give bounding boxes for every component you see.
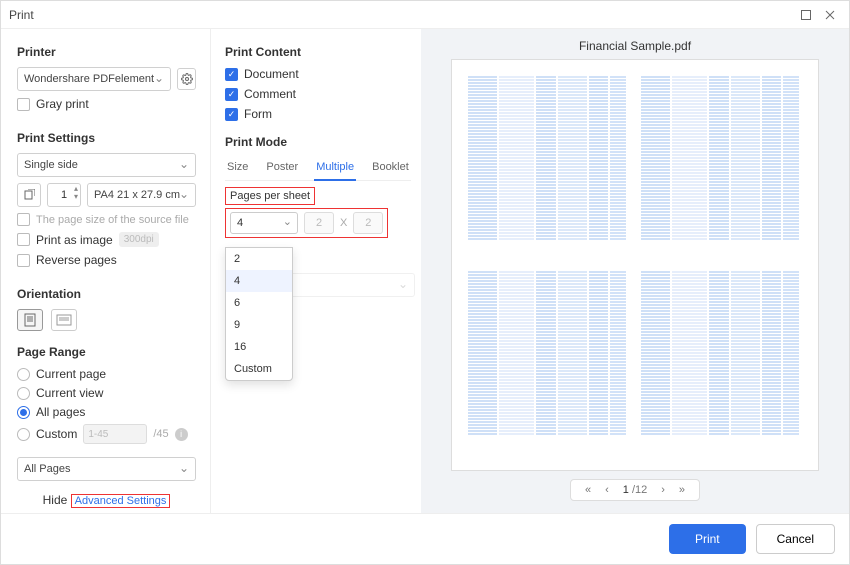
pps-option-9[interactable]: 9 bbox=[226, 314, 292, 336]
grid-cols-input: 2 bbox=[304, 212, 334, 234]
printer-settings-icon[interactable] bbox=[177, 68, 196, 90]
paper-size-select[interactable]: PA4 21 x 27.9 cm bbox=[87, 183, 196, 207]
source-file-checkbox[interactable] bbox=[17, 213, 30, 226]
tab-booklet[interactable]: Booklet bbox=[370, 157, 411, 180]
printer-select[interactable]: Wondershare PDFelement bbox=[17, 67, 171, 91]
tab-multiple[interactable]: Multiple bbox=[314, 157, 356, 181]
print-as-image-label: Print as image bbox=[36, 233, 113, 247]
copies-icon[interactable] bbox=[17, 183, 41, 207]
copies-input[interactable]: 1▴▾ bbox=[47, 183, 81, 207]
form-label: Form bbox=[244, 107, 272, 121]
duplex-select[interactable]: Single side bbox=[17, 153, 196, 177]
orientation-portrait[interactable] bbox=[17, 309, 43, 331]
pages-per-sheet-dropdown: 2 4 6 9 16 Custom bbox=[225, 247, 293, 381]
reverse-pages-checkbox[interactable] bbox=[17, 254, 30, 267]
custom-radio[interactable] bbox=[17, 428, 30, 441]
all-pages-radio[interactable] bbox=[17, 406, 30, 419]
comment-checkbox[interactable] bbox=[225, 88, 238, 101]
current-view-radio[interactable] bbox=[17, 387, 30, 400]
print-dialog: Print Printer Wondershare PDFelement Gra… bbox=[0, 0, 850, 565]
preview-pager: « ‹ 1 /12 › » bbox=[570, 479, 700, 501]
cancel-button[interactable]: Cancel bbox=[756, 524, 835, 554]
tab-size[interactable]: Size bbox=[225, 157, 250, 180]
info-icon[interactable]: i bbox=[175, 428, 188, 441]
custom-total: /45 bbox=[153, 428, 168, 440]
pps-option-2[interactable]: 2 bbox=[226, 248, 292, 270]
orientation-landscape[interactable] bbox=[51, 309, 77, 331]
titlebar: Print bbox=[1, 1, 849, 29]
preview-filename: Financial Sample.pdf bbox=[421, 29, 849, 59]
preview-page bbox=[451, 59, 819, 471]
preview-panel: Financial Sample.pdf « ‹ 1 /12 › » bbox=[421, 29, 849, 513]
gray-print-checkbox[interactable] bbox=[17, 98, 30, 111]
reverse-pages-label: Reverse pages bbox=[36, 253, 117, 267]
form-checkbox[interactable] bbox=[225, 108, 238, 121]
printer-label: Printer bbox=[17, 45, 196, 59]
preview-thumb-3 bbox=[468, 271, 629, 454]
pager-next-icon[interactable]: › bbox=[661, 484, 665, 496]
document-checkbox[interactable] bbox=[225, 68, 238, 81]
preview-thumb-4 bbox=[641, 271, 802, 454]
print-mode-tabs: Size Poster Multiple Booklet bbox=[225, 157, 411, 181]
grid-x: X bbox=[340, 217, 347, 229]
pps-option-16[interactable]: 16 bbox=[226, 336, 292, 358]
current-view-label: Current view bbox=[36, 386, 103, 400]
pager-last-icon[interactable]: » bbox=[679, 484, 685, 496]
pages-per-sheet-select[interactable]: 4 bbox=[230, 212, 298, 234]
preview-thumb-2 bbox=[641, 76, 802, 259]
pps-option-6[interactable]: 6 bbox=[226, 292, 292, 314]
dialog-body: Printer Wondershare PDFelement Gray prin… bbox=[1, 29, 849, 513]
tab-poster[interactable]: Poster bbox=[264, 157, 300, 180]
pages-per-sheet-label: Pages per sheet bbox=[225, 187, 315, 205]
advanced-toggle[interactable]: Hide Advanced Settings bbox=[17, 487, 196, 513]
source-file-label: The page size of the source file bbox=[36, 214, 189, 226]
current-page-label: Current page bbox=[36, 367, 106, 381]
orientation-label: Orientation bbox=[17, 287, 196, 301]
close-icon[interactable] bbox=[819, 4, 841, 26]
current-page-radio[interactable] bbox=[17, 368, 30, 381]
print-settings-label: Print Settings bbox=[17, 131, 196, 145]
subset-select[interactable]: All Pages bbox=[17, 457, 196, 481]
dpi-badge: 300dpi bbox=[119, 232, 159, 247]
maximize-icon[interactable] bbox=[795, 4, 817, 26]
custom-label: Custom bbox=[36, 427, 77, 441]
pps-option-custom[interactable]: Custom bbox=[226, 358, 292, 380]
document-label: Document bbox=[244, 67, 299, 81]
pager-first-icon[interactable]: « bbox=[585, 484, 591, 496]
page-range-label: Page Range bbox=[17, 345, 196, 359]
pps-option-4[interactable]: 4 bbox=[226, 270, 292, 292]
print-as-image-checkbox[interactable] bbox=[17, 233, 30, 246]
middle-panel: Print Content Document Comment Form Prin… bbox=[211, 29, 421, 513]
custom-range-input[interactable]: 1-45 bbox=[83, 424, 147, 444]
gray-print-label: Gray print bbox=[36, 97, 89, 111]
pager-current: 1 /12 bbox=[623, 484, 647, 496]
comment-label: Comment bbox=[244, 87, 296, 101]
advanced-settings-link[interactable]: Advanced Settings bbox=[71, 494, 171, 508]
print-mode-label: Print Mode bbox=[225, 135, 411, 149]
all-pages-label: All pages bbox=[36, 405, 85, 419]
pager-prev-icon[interactable]: ‹ bbox=[605, 484, 609, 496]
spin-down-icon[interactable]: ▾ bbox=[74, 193, 78, 201]
preview-thumb-1 bbox=[468, 76, 629, 259]
dialog-footer: Print Cancel bbox=[1, 513, 849, 564]
print-content-label: Print Content bbox=[225, 45, 411, 59]
window-title: Print bbox=[9, 8, 793, 22]
grid-rows-input: 2 bbox=[353, 212, 383, 234]
print-button[interactable]: Print bbox=[669, 524, 746, 554]
left-panel: Printer Wondershare PDFelement Gray prin… bbox=[1, 29, 211, 513]
